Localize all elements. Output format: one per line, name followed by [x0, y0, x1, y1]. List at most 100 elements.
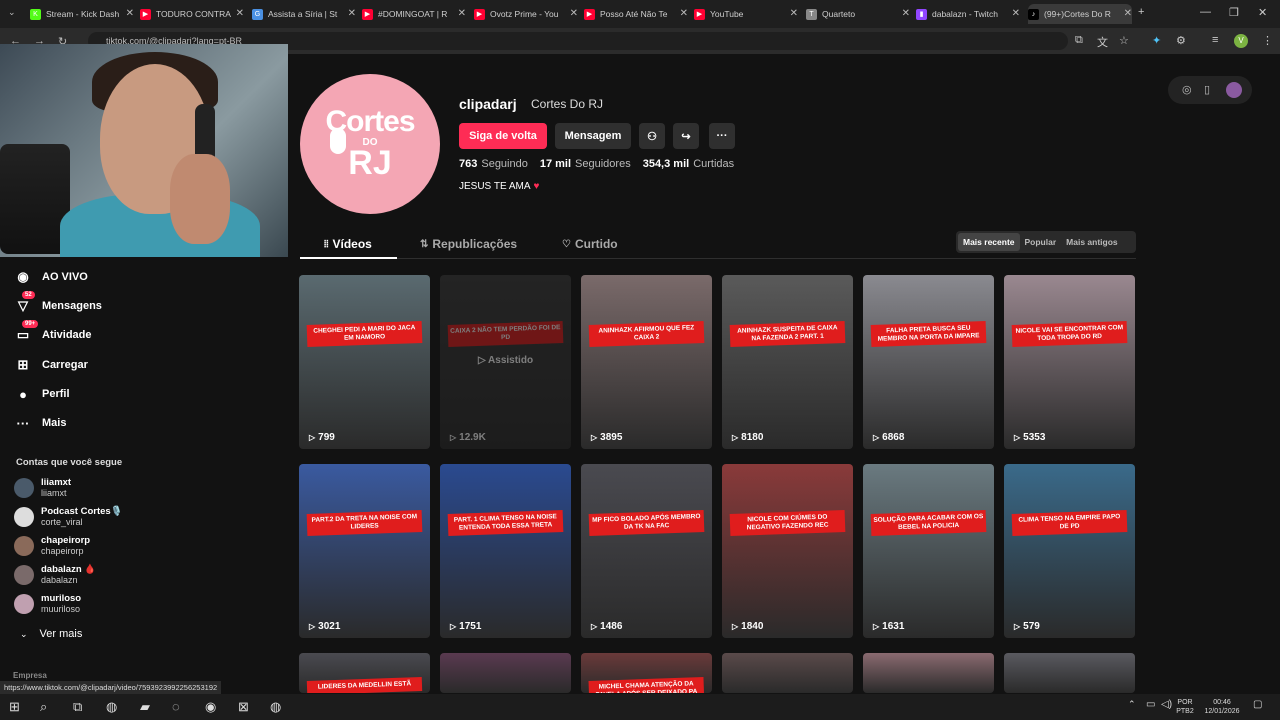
video-caption: NICOLE VAI SE ENCONTRAR COM TODA TROPA D…: [1011, 320, 1128, 348]
close-tab-icon[interactable]: ✕: [790, 8, 798, 19]
sidebar-item-4[interactable]: ● Perfil: [14, 385, 69, 403]
play-icon: ▷: [309, 622, 316, 631]
video-card[interactable]: [863, 653, 994, 693]
video-card[interactable]: NICOLE VAI SE ENCONTRAR COM TODA TROPA D…: [1004, 275, 1135, 449]
media-icon[interactable]: ≡: [1212, 34, 1218, 46]
language-indicator[interactable]: POR PTB2: [1172, 698, 1198, 716]
cast-icon[interactable]: ⧉: [1075, 34, 1083, 47]
extensions-puzzle-icon[interactable]: ⚙: [1176, 34, 1186, 47]
sort-popular[interactable]: Popular: [1020, 233, 1062, 251]
extension-icon[interactable]: ✦: [1152, 34, 1161, 47]
browser-tab[interactable]: ♪ (99+)Cortes Do R ✕: [1028, 4, 1132, 24]
sidebar-item-3[interactable]: ⊞ Carregar: [14, 356, 88, 374]
browser-tab[interactable]: ▶ YouTube ✕: [694, 4, 798, 24]
browser-tab[interactable]: G Assista a Síria | St ✕: [252, 4, 356, 24]
video-card[interactable]: MP FICO BOLADO APÓS MEMBRO DA TK NA FAC ▷…: [581, 464, 712, 638]
add-friend-icon[interactable]: ⚇: [639, 123, 665, 149]
network-icon[interactable]: ▭: [1146, 699, 1155, 710]
browser-tab[interactable]: T Quarteto ✕: [806, 4, 910, 24]
browser-menu-icon[interactable]: ⋮: [1262, 34, 1273, 47]
close-tab-icon[interactable]: ✕: [236, 8, 244, 19]
video-card[interactable]: CLIMA TENSO NA EMPIRE PAPO DE PD ▷ 579: [1004, 464, 1135, 638]
search-icon[interactable]: ⌕: [40, 699, 47, 715]
video-card[interactable]: [1004, 653, 1135, 693]
video-card[interactable]: MICHEL CHAMA ATENÇÃO DA FAVELA APÓS SER …: [581, 653, 712, 693]
tab-search-icon[interactable]: ⌄: [8, 7, 16, 18]
close-tab-icon[interactable]: ✕: [458, 8, 466, 19]
more-options-button[interactable]: ···: [709, 123, 735, 149]
device-icon[interactable]: ▯: [1204, 83, 1210, 96]
chrome-icon[interactable]: ◍: [106, 699, 117, 715]
sidebar-icon: ◉: [17, 269, 29, 284]
user-avatar-icon[interactable]: [1226, 82, 1242, 98]
sidebar-item-5[interactable]: ··· Mais: [14, 414, 67, 432]
followed-account[interactable]: chapeirorp chapeirorp: [14, 535, 90, 557]
browser-tab[interactable]: ▶ Ovotz Prime - You ✕: [474, 4, 578, 24]
close-tab-icon[interactable]: ✕: [348, 8, 356, 19]
close-tab-icon[interactable]: ✕: [680, 8, 688, 19]
sort-oldest[interactable]: Mais antigos: [1061, 233, 1122, 251]
video-caption: ANINHAZK SUSPEITA DE CAIXA NA FAZENDA 2 …: [729, 320, 846, 348]
app-icon-2[interactable]: ⊠: [238, 699, 249, 715]
translate-icon[interactable]: 文: [1097, 34, 1108, 50]
clock[interactable]: 00:46 12/01/2026: [1200, 698, 1244, 716]
video-card[interactable]: FALHA PRETA BUSCA SEU MEMBRO NA PORTA DA…: [863, 275, 994, 449]
sidebar-item-2[interactable]: ▭ 99+ Atividade: [14, 320, 92, 344]
video-card[interactable]: SOLUÇÃO PARA ACABAR COM OS BEBEL NA POLI…: [863, 464, 994, 638]
notification-icon[interactable]: ▢: [1253, 699, 1262, 710]
sort-recent[interactable]: Mais recente: [958, 233, 1020, 251]
chrome-active-icon[interactable]: ◍: [270, 699, 281, 715]
company-link[interactable]: Empresa: [13, 671, 47, 680]
new-tab-button[interactable]: +: [1138, 6, 1144, 18]
followed-account[interactable]: dabalazn 🩸 dabalazn: [14, 564, 96, 586]
video-card[interactable]: PART.2 DA TRETA NA NOISE COM LIDERES ▷ 302…: [299, 464, 430, 638]
browser-tab[interactable]: ▶ Posso Até Não Te ✕: [584, 4, 688, 24]
see-more-button[interactable]: ⌄ Ver mais: [20, 628, 82, 640]
video-card[interactable]: ANINHAZK SUSPEITA DE CAIXA NA FAZENDA 2 …: [722, 275, 853, 449]
video-card[interactable]: PART. 1 CLIMA TENSO NA NOISE ENTENDA TOD…: [440, 464, 571, 638]
close-tab-icon[interactable]: ✕: [1124, 8, 1132, 19]
video-card[interactable]: CAIXA 2 NÃO TEM PERDÃO FOI DE PD ▷ 12.9K ▷ …: [440, 275, 571, 449]
bookmark-icon[interactable]: ☆: [1119, 34, 1129, 47]
followed-account[interactable]: muriloso muuriloso: [14, 593, 81, 615]
sidebar-item-0[interactable]: ◉ AO VIVO: [14, 268, 88, 286]
video-card[interactable]: CHEGHEI PEDI A MARI DO JACA EM NAMORO ▷ 79…: [299, 275, 430, 449]
browser-tab[interactable]: ▶ #DOMINGOAT | R ✕: [362, 4, 466, 24]
close-tab-icon[interactable]: ✕: [902, 8, 910, 19]
file-explorer-icon[interactable]: ▰: [140, 699, 150, 715]
close-window-button[interactable]: ✕: [1258, 6, 1267, 19]
task-view-icon[interactable]: ⧉: [73, 699, 82, 715]
close-tab-icon[interactable]: ✕: [570, 8, 578, 19]
obs-icon[interactable]: ◉: [205, 699, 216, 715]
compass-icon[interactable]: ◎: [1182, 83, 1192, 96]
followed-account[interactable]: Podcast Cortes🎙️ corte_viral: [14, 506, 123, 528]
video-card[interactable]: LIDERES DA MEDELLIN ESTÃ: [299, 653, 430, 693]
message-button[interactable]: Mensagem: [555, 123, 631, 149]
profile-avatar[interactable]: V: [1234, 34, 1248, 48]
sidebar-item-1[interactable]: ▽ 52 Mensagens: [14, 291, 102, 315]
browser-tab[interactable]: ▶ TODURO CONTRA ✕: [140, 4, 244, 24]
browser-tab[interactable]: ▮ dabalazn - Twitch ✕: [916, 4, 1020, 24]
browser-tab[interactable]: K Stream - Kick Dash ✕: [30, 4, 134, 24]
share-icon[interactable]: ↪: [673, 123, 699, 149]
volume-icon[interactable]: ◁): [1161, 699, 1172, 710]
restore-button[interactable]: ❐: [1229, 6, 1239, 19]
app-icon[interactable]: ◌: [172, 699, 180, 714]
close-tab-icon[interactable]: ✕: [126, 8, 134, 19]
windows-start-icon[interactable]: ⊞: [9, 699, 20, 715]
tab-videos[interactable]: ⦙⦙ Vídeos: [324, 237, 372, 251]
minimize-button[interactable]: —: [1200, 6, 1211, 18]
close-tab-icon[interactable]: ✕: [1012, 8, 1020, 19]
video-card[interactable]: ANINHAZK AFIRMOU QUE FEZ CAIXA 2 ▷ 3895: [581, 275, 712, 449]
tray-up-icon[interactable]: ⌃: [1128, 699, 1136, 710]
tab-reposts[interactable]: ⇅ Republicações: [420, 237, 517, 251]
video-card[interactable]: [722, 653, 853, 693]
video-card[interactable]: [440, 653, 571, 693]
video-card[interactable]: NICOLE COM CIÚMES DO NEGATIVO FAZENDO RE…: [722, 464, 853, 638]
tiktok-sidebar: Contas que você segue ⌄ Ver mais Empresa …: [0, 257, 288, 689]
play-icon: ▷: [732, 622, 739, 631]
tab-liked[interactable]: ♡ Curtido: [562, 237, 618, 251]
followed-account[interactable]: liiamxt liiamxt: [14, 477, 71, 499]
follow-back-button[interactable]: Siga de volta: [459, 123, 547, 149]
sort-toggle: Mais recente Popular Mais antigos: [956, 231, 1136, 253]
